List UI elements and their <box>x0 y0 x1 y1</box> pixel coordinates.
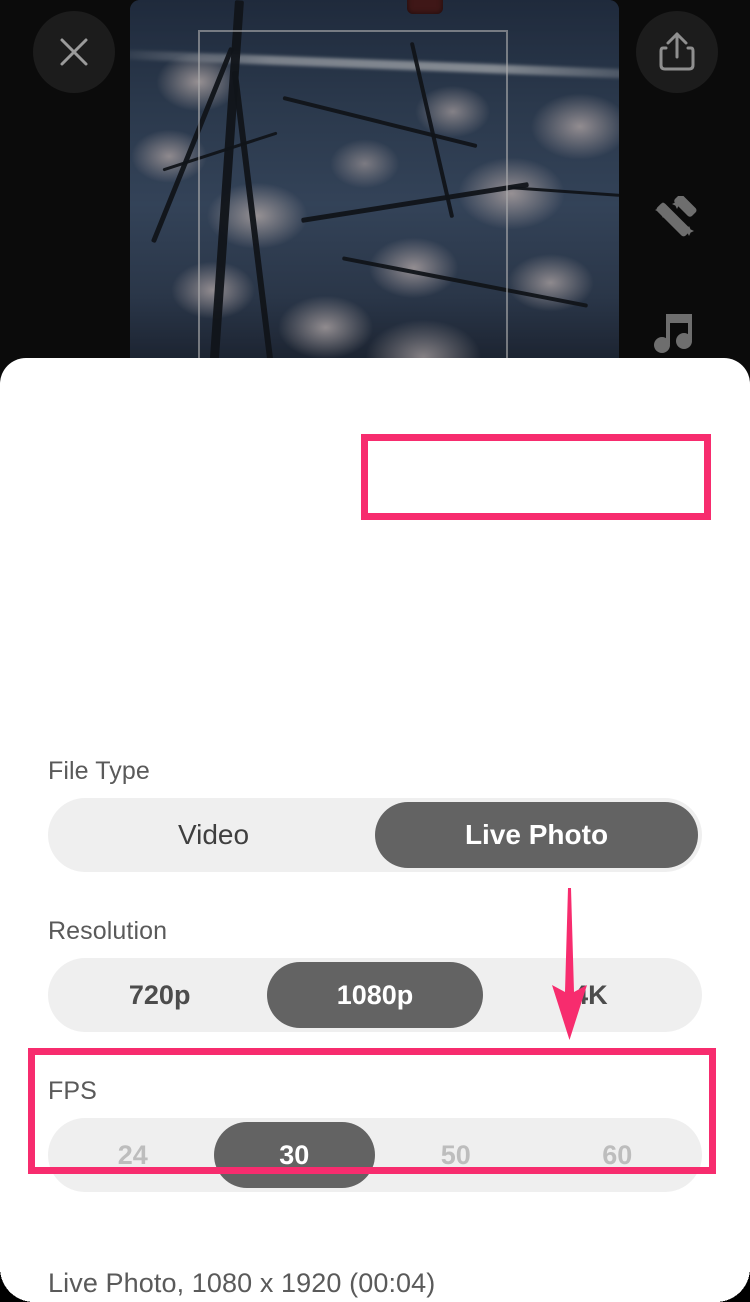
photo-preview[interactable] <box>130 0 619 372</box>
export-summary-text: Live Photo, 1080 x 1920 (00:04) <box>48 1268 436 1298</box>
file-type-label: File Type <box>48 757 150 785</box>
app-screen: File Type Video Live Photo Resolution 72… <box>0 0 750 1302</box>
sheet-corner-left <box>0 1268 34 1302</box>
share-icon <box>659 32 695 71</box>
resolution-option-720p[interactable]: 720p <box>52 962 267 1028</box>
photo-dim-overlay <box>130 0 619 372</box>
music-button[interactable] <box>645 300 709 364</box>
resolution-label: Resolution <box>48 917 168 945</box>
fps-label: FPS <box>48 1077 97 1105</box>
fps-option-24[interactable]: 24 <box>52 1122 214 1188</box>
file-type-option-video[interactable]: Video <box>52 802 375 868</box>
sheet-corner-right <box>716 1268 750 1302</box>
resolution-option-1080p[interactable]: 1080p <box>267 962 483 1028</box>
fps-segmented-control[interactable]: 24 30 50 60 <box>48 1118 702 1192</box>
fps-option-50[interactable]: 50 <box>375 1122 537 1188</box>
close-button[interactable] <box>33 11 115 93</box>
magic-wand-button[interactable] <box>645 192 709 256</box>
music-note-icon <box>654 314 692 353</box>
resolution-segmented-control[interactable]: 720p 1080p 4K <box>48 958 702 1032</box>
resolution-option-4k[interactable]: 4K <box>483 962 698 1028</box>
fps-option-60[interactable]: 60 <box>537 1122 699 1188</box>
close-icon <box>60 38 88 66</box>
export-options-sheet: File Type Video Live Photo Resolution 72… <box>0 358 750 1302</box>
file-type-segmented-control[interactable]: Video Live Photo <box>48 798 702 872</box>
share-button[interactable] <box>636 11 718 93</box>
file-type-option-live-photo[interactable]: Live Photo <box>375 802 698 868</box>
magic-wand-icon <box>655 196 697 237</box>
fps-option-30[interactable]: 30 <box>213 1122 375 1188</box>
